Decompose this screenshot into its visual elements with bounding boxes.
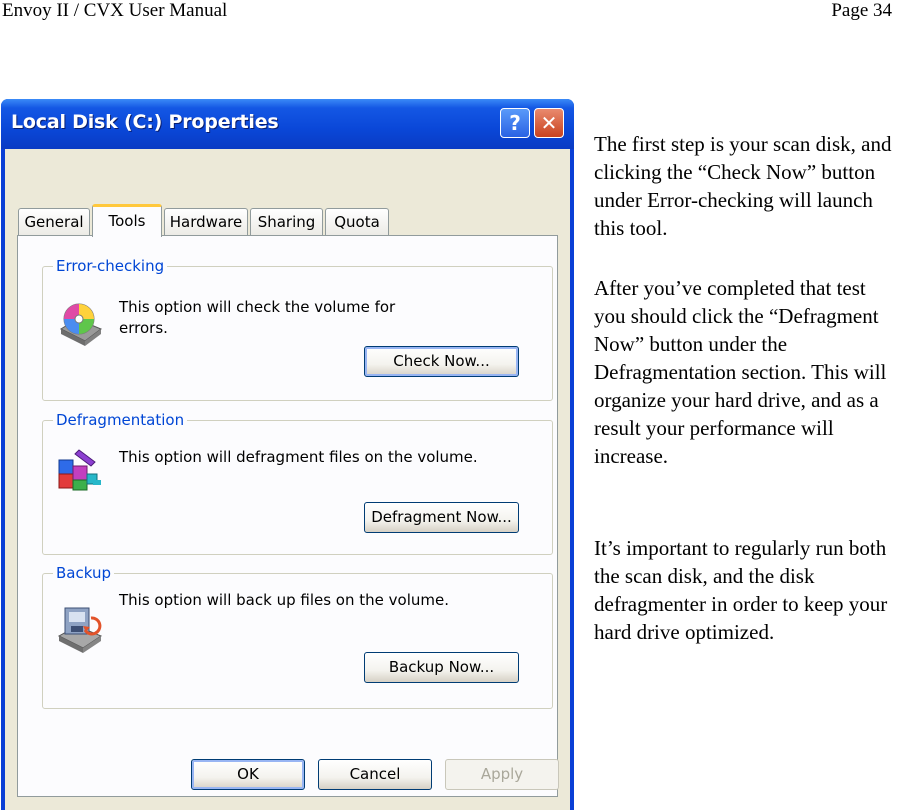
error-checking-description: This option will check the volume for er… [119,297,395,339]
cancel-button[interactable]: Cancel [318,759,432,790]
defragmentation-description: This option will defragment files on the… [119,448,478,466]
help-button[interactable]: ? [500,108,530,138]
paragraph-regular-maintenance: It’s important to regularly run both the… [594,536,888,644]
backup-now-button[interactable]: Backup Now... [364,652,519,683]
defragmentation-group: Defragmentation This option will defragm… [42,411,553,555]
properties-dialog: Local Disk (C:) Properties ? ✕ General T… [1,99,574,810]
page-number: Page 34 [831,0,892,21]
dialog-body: General Tools Hardware Sharing Quota Err… [5,149,570,810]
paragraph-defragment: After you’ve completed that test you sho… [594,276,887,468]
error-checking-text-line1: This option will check the volume for [119,298,396,316]
ok-button[interactable]: OK [191,759,305,790]
check-now-button[interactable]: Check Now... [364,346,519,377]
tools-tab-panel: Error-checking This option will check th… [17,235,558,797]
error-checking-group: Error-checking This option will check th… [42,257,553,401]
backup-group: Backup This option will back up files on… [42,564,553,709]
error-checking-text-line2: errors. [119,319,168,337]
scan-disk-icon [59,303,102,346]
tab-hardware[interactable]: Hardware [164,208,248,235]
defragmentation-label: Defragmentation [53,411,188,429]
backup-label: Backup [53,564,114,582]
tab-tools[interactable]: Tools [92,204,162,237]
close-button[interactable]: ✕ [534,108,564,138]
backup-icon [57,607,103,653]
title-bar[interactable]: Local Disk (C:) Properties ? ✕ [1,99,574,149]
manual-title: Envoy II / CVX User Manual [2,0,228,21]
tab-sharing[interactable]: Sharing [250,208,323,235]
defragment-icon [58,449,101,491]
error-checking-label: Error-checking [53,257,168,275]
paragraph-scan-disk: The first step is your scan disk, and cl… [594,132,892,240]
tab-quota[interactable]: Quota [325,208,389,235]
dialog-title: Local Disk (C:) Properties [11,111,279,133]
backup-description: This option will back up files on the vo… [119,591,449,609]
apply-button[interactable]: Apply [445,759,559,790]
defragment-now-button[interactable]: Defragment Now... [364,502,519,533]
tab-general[interactable]: General [18,208,90,235]
